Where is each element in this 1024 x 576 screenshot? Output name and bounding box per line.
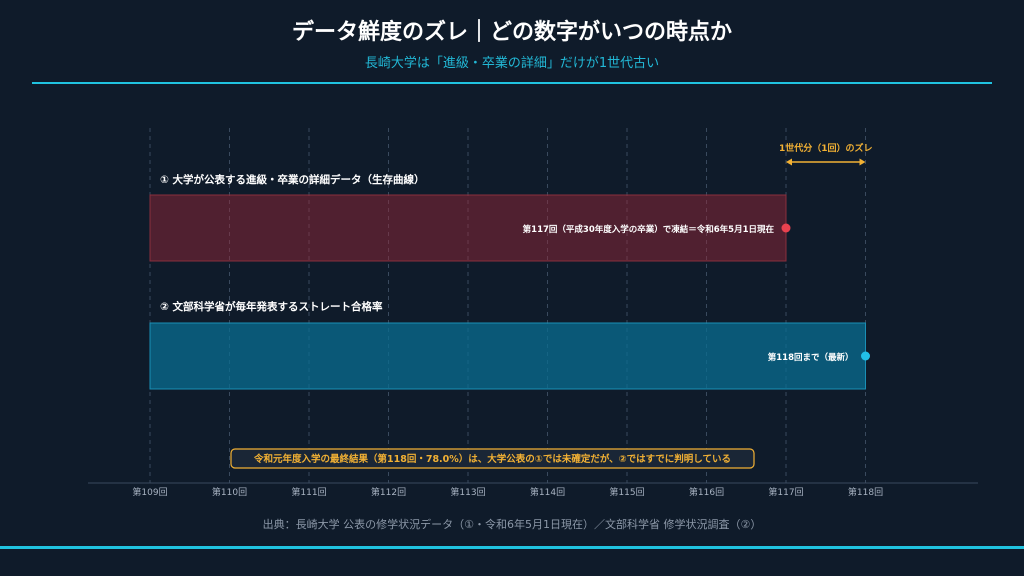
timeline-chart: 第109回 第110回 第111回 第112回 第113回 第114回 第115回 第116回… [88, 128, 978, 498]
series-end-label: 第118回まで（最新） [768, 352, 854, 363]
series-bar [149, 322, 866, 390]
series-label: ① 大学が公表する進級・卒業の詳細データ（生存曲線） [160, 173, 425, 186]
x-tick-label: 第111回 [291, 486, 326, 498]
x-tick-label: 第114回 [530, 486, 565, 498]
x-tick-label: 第109回 [132, 486, 167, 498]
source-note: 出典：長崎大学 公表の修学状況データ（①・令和6年5月1日現在）／文部科学省 修… [262, 518, 762, 531]
x-tick-label: 第113回 [450, 486, 485, 498]
series-end-marker [861, 351, 870, 361]
x-tick-label: 第115回 [609, 486, 644, 498]
series-end-label: 第117回（平成30年度入学の卒業）で凍結＝令和6年5月1日現在 [523, 224, 775, 235]
x-tick-label: 第110回 [212, 486, 247, 498]
bottom-divider [0, 546, 1024, 549]
x-tick-label: 第118回 [848, 486, 883, 498]
x-tick-label: 第117回 [768, 486, 803, 498]
series-end-marker [781, 223, 791, 233]
gap-label: 1世代分（1回）のズレ [779, 142, 873, 154]
note-text: 令和元年度入学の最終結果（第118回・78.0%）は、大学公表の①では未確定だが… [253, 453, 731, 465]
x-tick-label: 第112回 [371, 486, 406, 498]
x-tick-label: 第116回 [689, 486, 724, 498]
gap-arrow-head-right [859, 158, 866, 166]
series-label: ② 文部科学省が毎年発表するストレート合格率 [160, 300, 383, 313]
gap-arrow-head-left [786, 158, 792, 166]
